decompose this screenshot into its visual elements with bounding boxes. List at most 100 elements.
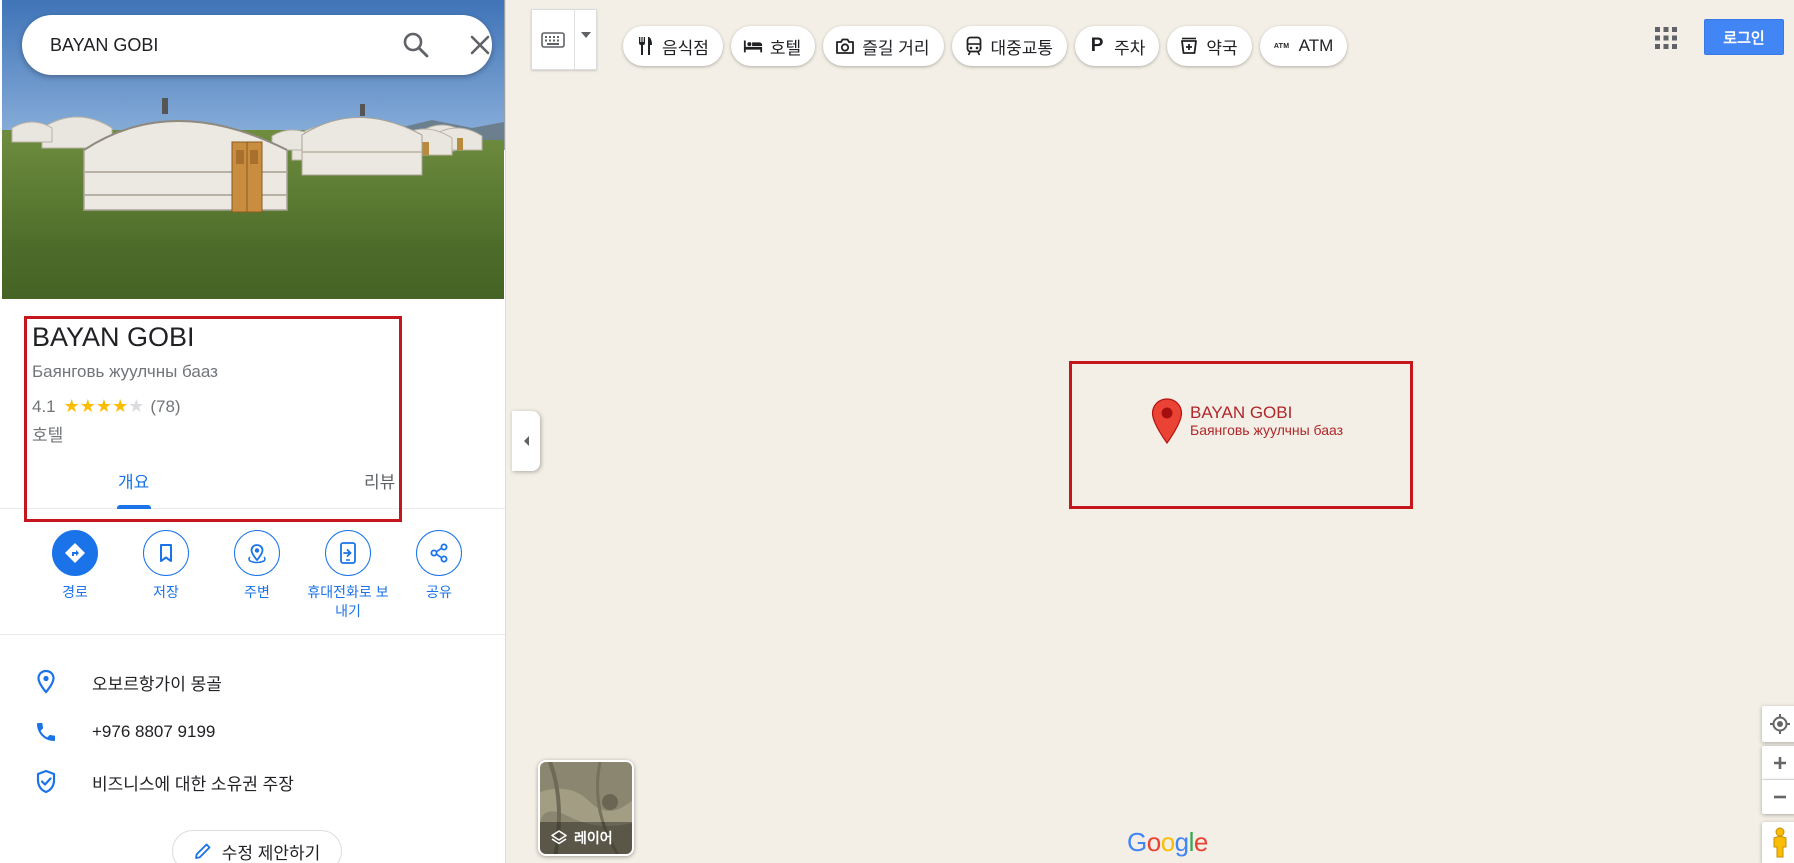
caret-left-icon bbox=[524, 436, 529, 446]
zoom-in-button[interactable] bbox=[1762, 746, 1794, 780]
input-tools-dropdown[interactable] bbox=[574, 10, 596, 69]
camera-icon bbox=[835, 36, 855, 56]
google-apps-button[interactable] bbox=[1652, 24, 1680, 52]
marker-title: BAYAN GOBI bbox=[1190, 403, 1293, 422]
directions-button[interactable]: 경로 bbox=[29, 530, 121, 602]
address-text: 오보르항가이 몽골 bbox=[92, 674, 222, 694]
suggest-edit-button[interactable]: 수정 제안하기 bbox=[172, 830, 342, 863]
google-logo-letter: G bbox=[1127, 827, 1147, 857]
search-button[interactable] bbox=[400, 29, 432, 61]
place-tabs: 개요 리뷰 bbox=[0, 454, 505, 509]
send-to-phone-icon bbox=[340, 542, 356, 564]
share-label: 공유 bbox=[426, 584, 452, 600]
keyboard-toggle[interactable] bbox=[532, 10, 574, 69]
review-count-link[interactable]: (78) bbox=[150, 397, 180, 417]
send-to-phone-button[interactable]: 휴대전화로 보 내기 bbox=[302, 530, 394, 621]
panel-scrollbar[interactable] bbox=[504, 0, 505, 150]
layers-label: 레이어 bbox=[574, 830, 613, 846]
save-button[interactable]: 저장 bbox=[120, 530, 212, 602]
verified-shield-icon bbox=[32, 768, 60, 796]
google-logo-letter: o bbox=[1160, 827, 1175, 857]
tab-reviews[interactable]: 리뷰 bbox=[364, 468, 395, 493]
star-icon: ★ bbox=[95, 396, 113, 416]
share-icon bbox=[430, 543, 448, 563]
chip-label: 약국 bbox=[1206, 38, 1238, 58]
phone-row[interactable]: +976 8807 9199 bbox=[0, 707, 505, 757]
layers-button[interactable]: 레이어 bbox=[538, 760, 634, 856]
my-location-icon bbox=[1770, 714, 1790, 734]
place-title: BAYAN GOBI bbox=[32, 322, 195, 352]
close-icon bbox=[470, 35, 490, 55]
claim-business-text: 비즈니스에 대한 소유권 주장 bbox=[92, 774, 294, 794]
my-location-button[interactable] bbox=[1762, 706, 1794, 742]
send-to-phone-circle bbox=[325, 530, 371, 576]
star-icon: ★ bbox=[112, 396, 129, 416]
chip-label: 주차 bbox=[1114, 38, 1146, 58]
place-category[interactable]: 호텔 bbox=[32, 421, 63, 446]
parking-icon: P bbox=[1090, 35, 1104, 56]
search-icon bbox=[403, 32, 429, 58]
hotel-icon bbox=[743, 36, 763, 56]
nearby-button[interactable]: 주변 bbox=[211, 530, 303, 602]
directions-circle bbox=[52, 530, 98, 576]
nearby-circle bbox=[234, 530, 280, 576]
google-logo: Google bbox=[1127, 827, 1208, 858]
phone-icon bbox=[32, 718, 60, 746]
chip-label: 즐길 거리 bbox=[862, 38, 930, 58]
map-pin-icon bbox=[1151, 398, 1183, 445]
pharmacy-icon bbox=[1179, 36, 1199, 56]
claim-business-row[interactable]: 비즈니스에 대한 소유권 주장 bbox=[0, 757, 505, 807]
street-view-pegman-button[interactable] bbox=[1762, 822, 1794, 863]
rating-stars: ★★★★★ bbox=[64, 396, 145, 417]
active-tab-indicator bbox=[117, 505, 151, 509]
share-button[interactable]: 공유 bbox=[393, 530, 485, 602]
pegman-icon bbox=[1773, 827, 1787, 857]
google-logo-letter: o bbox=[1146, 827, 1161, 857]
chip-restaurants[interactable]: 음식점 bbox=[623, 26, 723, 66]
chip-transit[interactable]: 대중교통 bbox=[951, 26, 1068, 66]
marker-subtitle: Баянговь жуулчны бааз bbox=[1190, 422, 1344, 438]
search-input[interactable] bbox=[50, 32, 370, 58]
chip-label: 음식점 bbox=[662, 38, 709, 58]
place-panel: BAYAN GOBI Баянговь жуулчны бааз 4.1 ★★★… bbox=[0, 0, 506, 863]
save-circle bbox=[143, 530, 189, 576]
apps-grid-icon bbox=[1655, 27, 1677, 49]
chip-atm[interactable]: ATM ATM bbox=[1259, 26, 1348, 66]
bookmark-icon bbox=[160, 544, 172, 562]
login-button[interactable]: 로그인 bbox=[1704, 19, 1784, 55]
layers-icon bbox=[551, 830, 567, 845]
chip-label: ATM bbox=[1298, 36, 1334, 55]
place-marker[interactable] bbox=[1150, 397, 1184, 445]
minus-icon bbox=[1774, 795, 1786, 799]
action-buttons: 경로 저장 주변 휴대전화로 보 내기 공유 bbox=[0, 530, 505, 635]
chevron-down-icon bbox=[580, 32, 591, 38]
google-logo-letter: e bbox=[1193, 827, 1208, 857]
collapse-panel-button[interactable] bbox=[512, 411, 540, 471]
chip-pharmacy[interactable]: 약국 bbox=[1167, 26, 1252, 66]
address-row[interactable]: 오보르항가이 몽골 bbox=[0, 657, 505, 707]
zoom-out-button[interactable] bbox=[1762, 780, 1794, 814]
place-subtitle: Баянговь жуулчны бааз bbox=[32, 362, 218, 381]
send-to-phone-label: 휴대전화로 보 내기 bbox=[307, 584, 389, 619]
tab-overview[interactable]: 개요 bbox=[118, 468, 149, 493]
category-chips: 음식점 호텔 즐길 거리 대중교통 P 주차 약국 ATM ATM bbox=[623, 26, 1348, 66]
directions-label: 경로 bbox=[62, 584, 88, 600]
star-icon: ★ bbox=[79, 396, 96, 416]
nearby-icon bbox=[248, 544, 266, 564]
phone-text: +976 8807 9199 bbox=[92, 722, 216, 741]
search-box bbox=[22, 15, 492, 75]
location-pin-icon bbox=[32, 668, 60, 696]
share-circle bbox=[416, 530, 462, 576]
chip-parking[interactable]: P 주차 bbox=[1075, 26, 1160, 66]
chip-label: 호텔 bbox=[769, 38, 802, 58]
plus-icon bbox=[1774, 756, 1786, 769]
clear-search-button[interactable] bbox=[464, 29, 496, 61]
nearby-label: 주변 bbox=[244, 584, 270, 600]
chip-things-to-do[interactable]: 즐길 거리 bbox=[823, 26, 944, 66]
layers-label-group: 레이어 bbox=[550, 828, 613, 848]
star-icon: ★ bbox=[63, 396, 80, 416]
restaurant-icon bbox=[635, 36, 655, 56]
input-tools-button[interactable] bbox=[531, 9, 597, 70]
marker-label[interactable]: BAYAN GOBI Баянговь жуулчны бааз bbox=[1190, 403, 1344, 439]
chip-hotels[interactable]: 호텔 bbox=[730, 26, 816, 66]
